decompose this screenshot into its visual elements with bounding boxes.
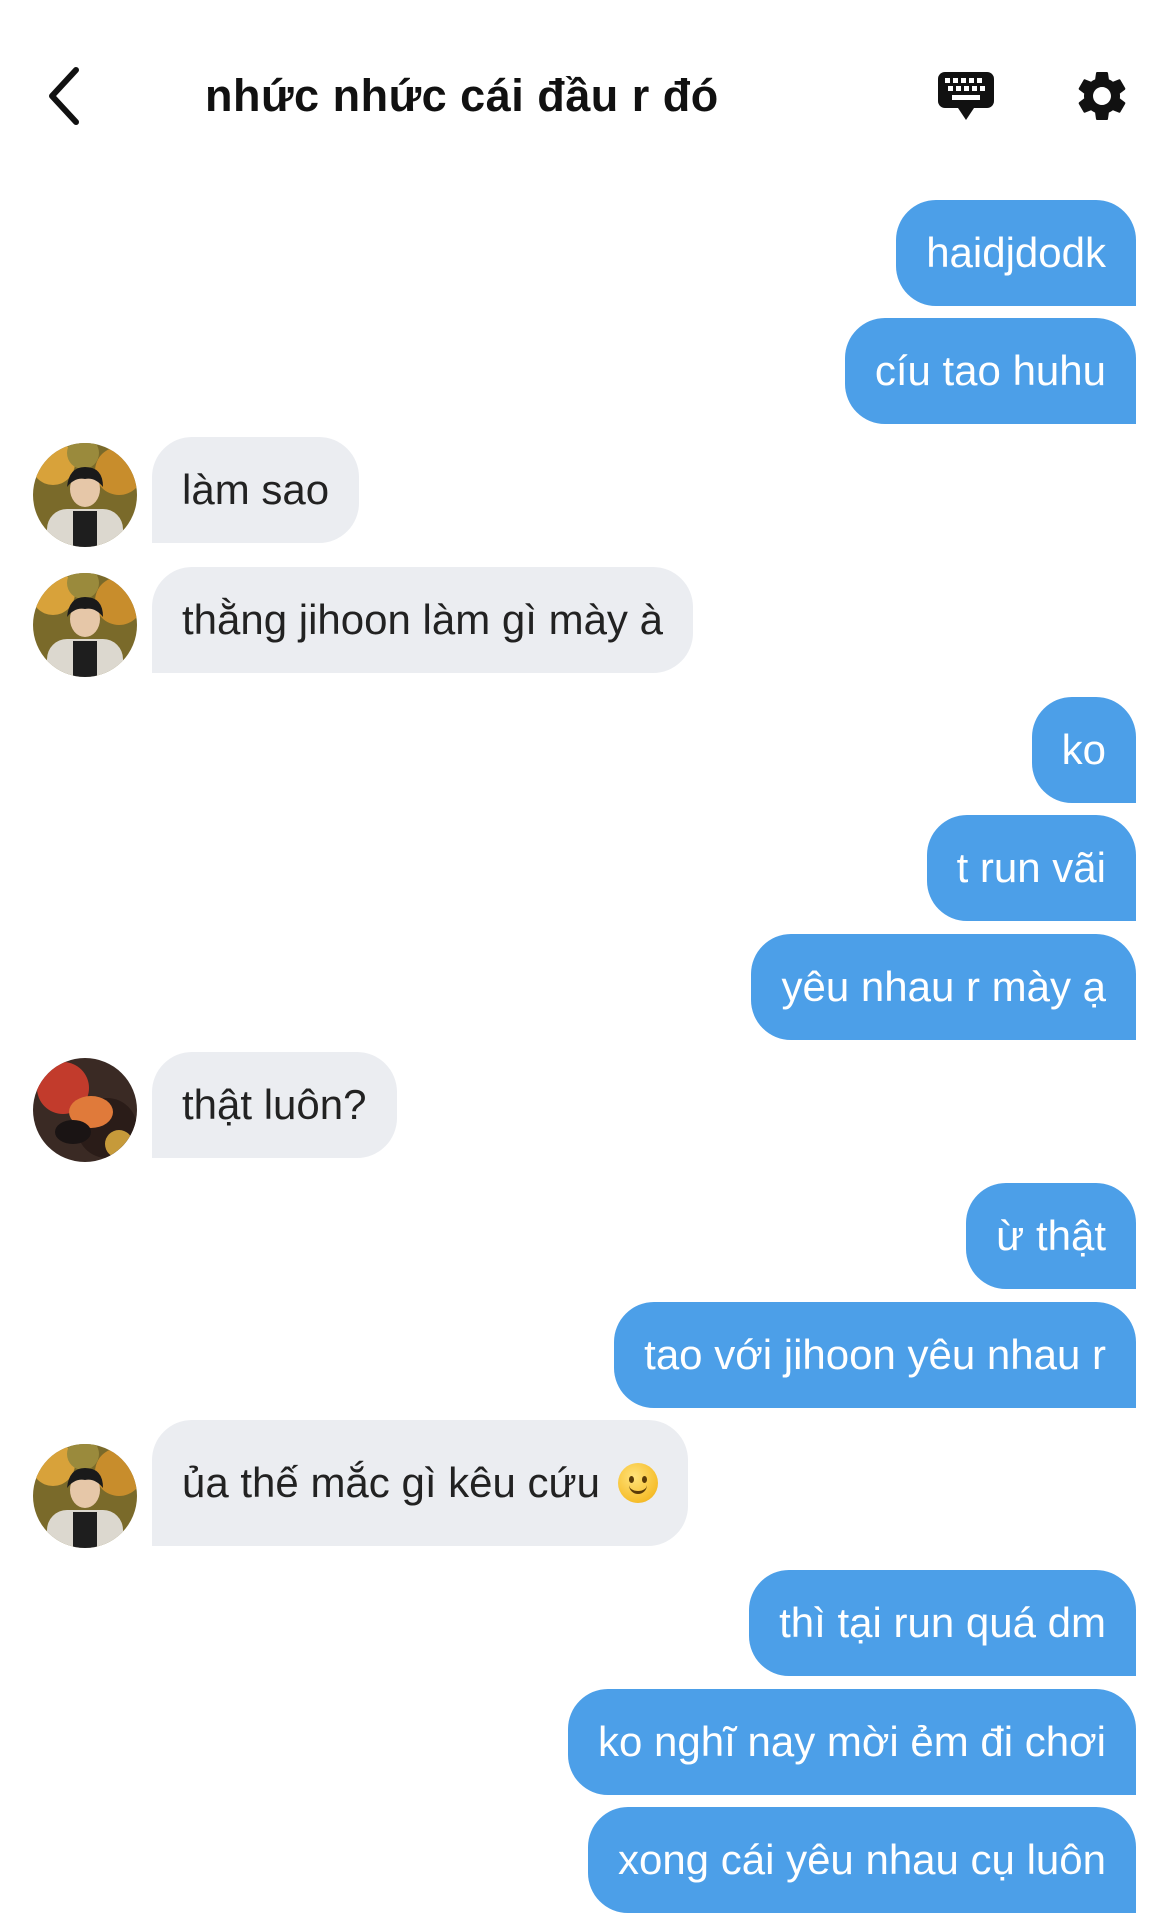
outgoing-message[interactable]: yêu nhau r mày ạ [751,934,1136,1040]
incoming-message[interactable]: thật luôn? [152,1052,397,1158]
outgoing-message[interactable]: cíu tao huhu [844,318,1136,424]
incoming-message[interactable]: làm sao [152,437,360,543]
avatar[interactable] [33,1058,137,1162]
incoming-message[interactable]: ủa thế mắc gì kêu cứu [152,1420,688,1546]
outgoing-message[interactable]: haidjdodk [896,200,1136,306]
keyboard-icon [938,72,994,120]
keyboard-button[interactable] [934,64,998,128]
message-text: ủa thế mắc gì kêu cứu [182,1459,601,1506]
avatar[interactable] [33,573,137,677]
settings-button[interactable] [1070,64,1134,128]
avatar[interactable] [33,443,137,547]
outgoing-message[interactable]: ko nghĩ nay mời ẻm đi chơi [568,1689,1136,1795]
avatar[interactable] [33,1444,137,1548]
chat-title: nhức nhức cái đầu r đó [205,70,719,121]
chevron-left-icon [49,67,79,125]
incoming-message[interactable]: thằng jihoon làm gì mày à [152,567,693,673]
back-button[interactable] [36,64,92,128]
outgoing-message[interactable]: thì tại run quá dm [749,1570,1136,1676]
slightly-smiling-face-icon [617,1463,658,1503]
outgoing-message[interactable]: xong cái yêu nhau cụ luôn [587,1807,1136,1913]
chat-header: nhức nhức cái đầu r đó [0,0,1166,160]
outgoing-message[interactable]: tao với jihoon yêu nhau r [614,1302,1136,1408]
outgoing-message[interactable]: ừ thật [966,1183,1136,1289]
outgoing-message[interactable]: t run vãi [926,815,1136,921]
outgoing-message[interactable]: ko [1031,697,1136,803]
gear-icon [1078,71,1126,120]
